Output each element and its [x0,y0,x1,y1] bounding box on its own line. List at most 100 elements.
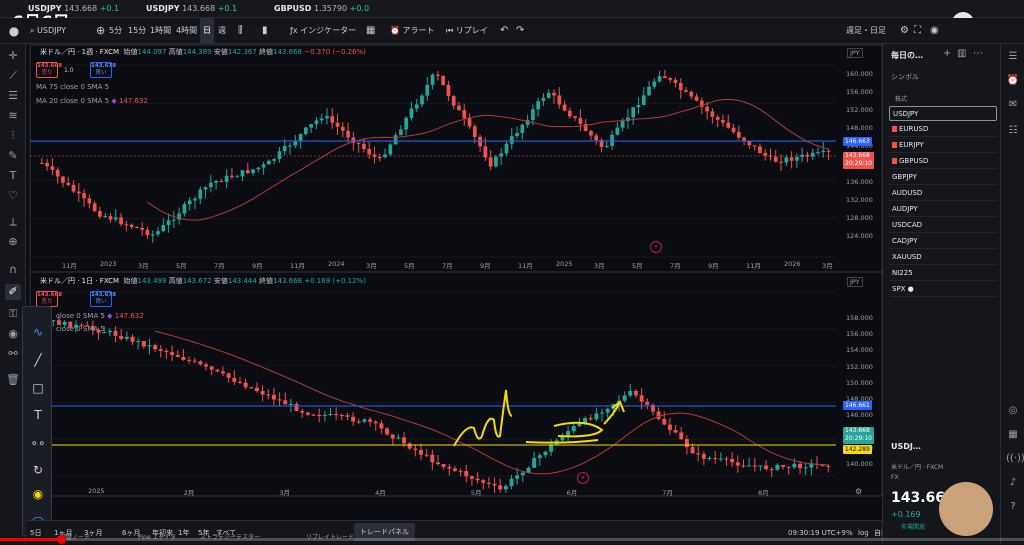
top-currency[interactable]: JPY [847,48,863,58]
interval-1h[interactable]: 1時間 [150,18,171,44]
watchlist-item[interactable]: XAUUSD [889,250,997,265]
ruler-icon[interactable]: ⟂ [5,214,21,230]
watchlist-item[interactable]: USDCAD [889,218,997,233]
interval-4h[interactable]: 4時間 [176,18,197,44]
layout-name[interactable]: 週足・日足 [846,18,886,44]
bottom-currency[interactable]: JPY [847,277,863,287]
range-1y[interactable]: 1年 [178,521,189,545]
interval-1w[interactable]: 週 [218,18,226,44]
daily-chart-pane[interactable] [29,271,882,497]
eye-icon[interactable]: ◉ [5,326,21,342]
watchlist-item[interactable]: AUDJPY [889,202,997,217]
chat-icon[interactable]: ✉ [1006,98,1020,112]
high-value: 143.672 [182,277,212,285]
link-icon[interactable]: ⚯ [5,346,21,362]
tab-usdjpy-2[interactable]: USDJPY 143.668 +0.1 [140,0,243,18]
target-icon[interactable]: ◎ [1006,404,1020,418]
channel-icon[interactable]: ≋ [5,108,21,124]
interval-1d[interactable]: 日 [200,18,214,44]
ideas-icon[interactable]: ☷ [1006,124,1020,138]
watchlist-item[interactable]: EURJPY [889,138,997,153]
watchlist-symbol: AUDUSD [892,189,923,197]
candle-body [161,225,166,232]
candle-body [673,429,678,433]
range-5d[interactable]: 5日 [30,521,41,545]
tab-gbpusd[interactable]: GBPUSD 1.35790 +0.0 [268,0,375,18]
add-symbol-icon[interactable]: ⊕ [96,18,105,44]
candle-body [645,401,650,405]
calendar-icon[interactable]: ▦ [1006,428,1020,442]
magnet-icon[interactable]: ∩ [5,262,21,278]
brush-icon[interactable]: ✎ [5,148,21,164]
curve-tool-icon[interactable]: ∿ [29,323,47,341]
watchlist-item[interactable]: EURUSD [889,122,997,137]
crosshair-icon[interactable]: ✛ [5,48,21,64]
drawing-mode-icon[interactable]: ✐ [5,284,21,300]
interval-15m[interactable]: 15分 [128,18,146,44]
buy-button[interactable]: 143.678 買い [90,62,116,78]
alert-button[interactable]: ⏰ アラート [390,18,435,44]
trendline-icon[interactable]: ⟋ [5,68,21,84]
text-tool-icon[interactable]: T [29,406,47,424]
chart-type-icon[interactable]: ⫼ [238,18,243,44]
camera-icon[interactable]: ◉ [930,18,939,44]
symbol-search[interactable]: ⌕ USDJPY [30,18,66,44]
horizontal-lines-icon[interactable]: ☰ [5,88,21,104]
watchlist-item[interactable]: GBPUSD [889,154,997,169]
redo-icon[interactable]: ↷ [516,18,524,44]
candle-body [346,130,350,138]
line-tool-icon[interactable]: ╱ [29,351,47,369]
watchlist-item[interactable]: SPX ● [889,282,997,297]
watchlist-item[interactable]: USDJPY [889,106,997,121]
candle-body [773,156,778,162]
settings-icon[interactable]: ⚙ [900,18,909,44]
logo-icon[interactable]: ● [6,18,22,44]
rotate-tool-icon[interactable]: ↻ [29,461,47,479]
undo-icon[interactable]: ↶ [500,18,508,44]
candle-body [779,161,783,163]
watchlist-item[interactable]: AUDUSD [889,186,997,201]
percent-scale-toggle[interactable]: % [846,521,853,545]
zoom-in-icon[interactable]: ⊕ [5,234,21,250]
sell-button[interactable]: 143.668 売り [36,62,62,78]
help-icon[interactable]: ? [1006,500,1020,514]
text-tool-icon[interactable]: T [5,168,21,184]
watchlist-group[interactable]: 株式 [895,94,907,103]
watchlist-item[interactable]: CADJPY [889,234,997,249]
path-tool-icon[interactable]: ∘∘ [29,434,47,452]
interval-5m[interactable]: 5分 [109,18,122,44]
weekly-chart-pane[interactable] [29,44,882,278]
notifications-icon[interactable]: ♪ [1006,476,1020,490]
fullscreen-icon[interactable]: ⛶ [914,18,921,44]
fib-icon[interactable]: ⫶ [5,128,21,144]
watchlist-item[interactable]: NI225 [889,266,997,281]
layout-icon[interactable]: ▥ [957,48,966,59]
watchlist-icon[interactable]: ☰ [1006,50,1020,64]
time-settings-icon[interactable]: ⚙ [855,487,862,496]
watchlist-title[interactable]: 毎日の… [891,50,923,61]
indicators-button[interactable]: ƒx インジケーター [290,18,356,44]
candle-body [735,462,740,466]
templates-icon[interactable]: ▦ [366,18,375,44]
bottom-event-icon[interactable]: ⚡ [577,472,589,484]
detail-symbol[interactable]: USDJ… [891,442,921,451]
rectangle-tool-icon[interactable]: □ [29,379,47,397]
add-symbol-icon[interactable]: + [943,48,951,59]
sell-button[interactable]: 143.668 売り [36,291,62,307]
video-progress-bar[interactable] [0,535,1024,544]
buy-button[interactable]: 143.678 買い [90,291,116,307]
lock-icon[interactable]: ⚿ [5,306,21,322]
signal-icon[interactable]: ((·)) [1006,452,1024,466]
replay-button[interactable]: ⏮ リプレイ [446,18,488,44]
trash-icon[interactable]: 🗑 [5,372,21,388]
more-icon[interactable]: ⋯ [973,48,983,59]
heart-icon[interactable]: ♡ [5,188,21,204]
alerts-icon[interactable]: ⏰ [1006,74,1020,88]
color-picker-icon[interactable]: ◉ [29,485,47,503]
candle-body [402,437,407,444]
top-event-icon[interactable]: ⚡ [650,241,662,253]
candle-body [119,217,123,225]
log-scale-toggle[interactable]: log [858,521,869,545]
bar-style-icon[interactable]: ▮ [262,18,268,44]
watchlist-item[interactable]: GBPJPY [889,170,997,185]
